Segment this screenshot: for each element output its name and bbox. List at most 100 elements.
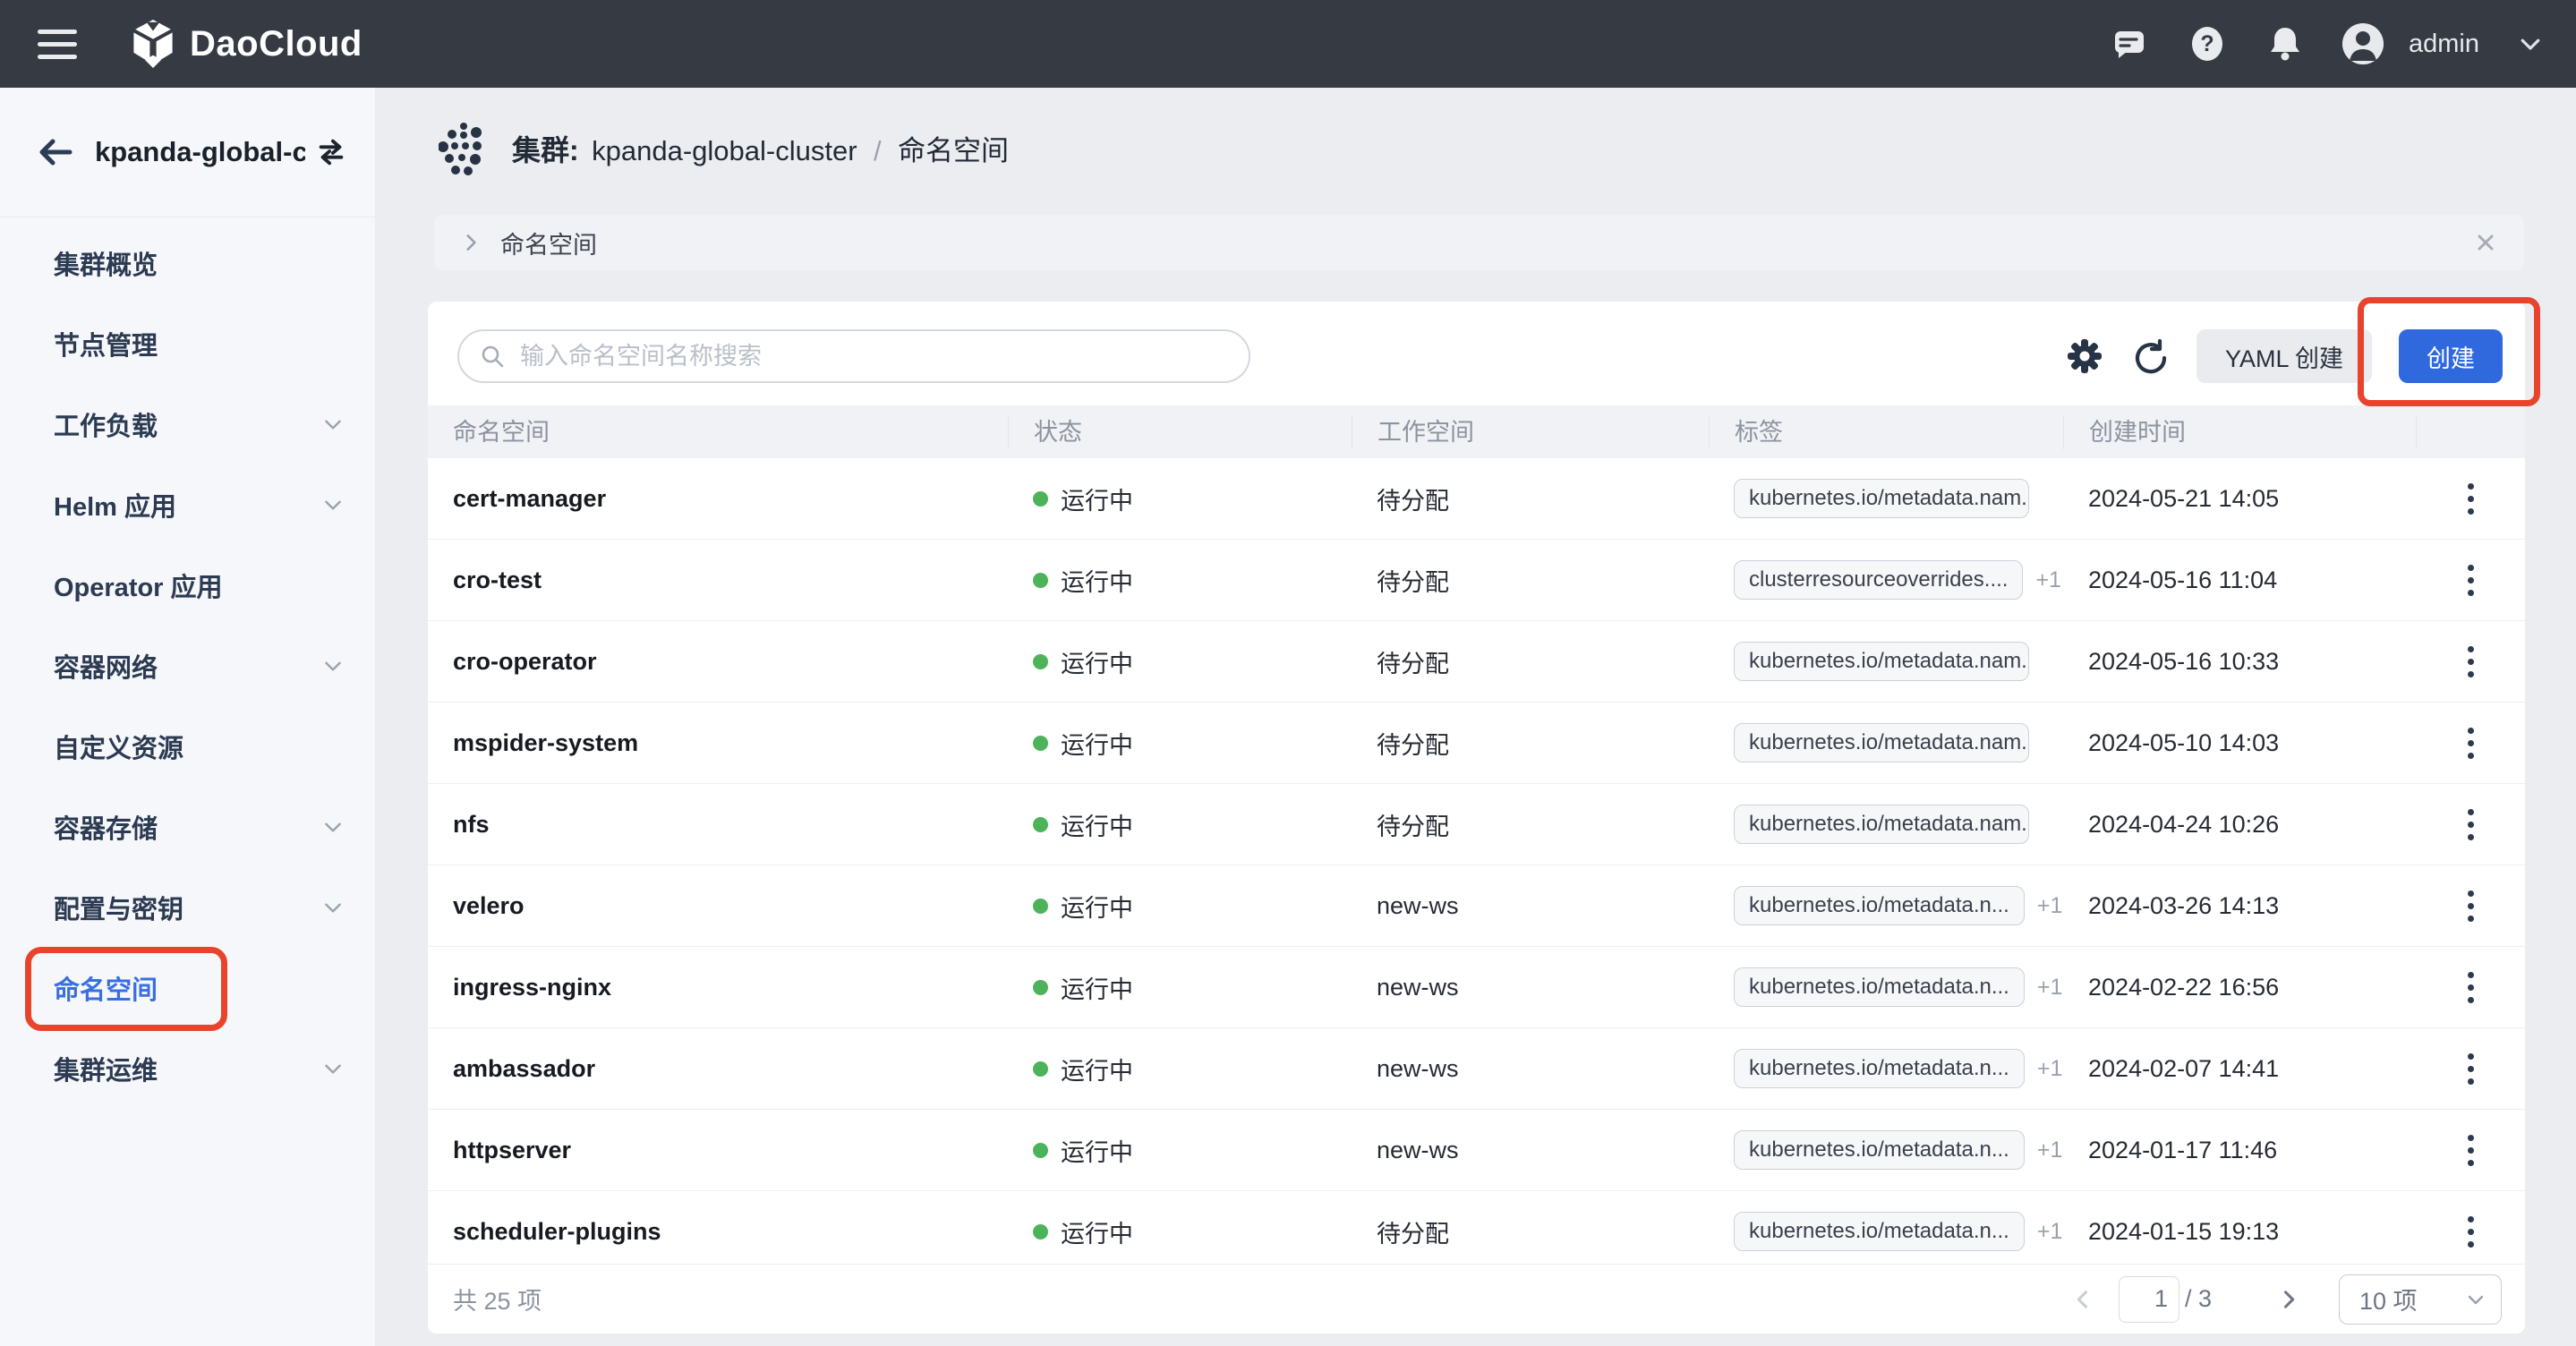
cell-namespace[interactable]: ingress-nginx	[428, 974, 1008, 1001]
sidebar-item-label: 容器存储	[54, 815, 158, 844]
refresh-icon[interactable]	[2130, 336, 2170, 376]
status-label: 运行中	[1061, 487, 1133, 515]
switch-cluster-icon[interactable]	[314, 137, 348, 167]
cell-namespace[interactable]: ambassador	[428, 1055, 1008, 1083]
sidebar-item-nodes[interactable]: 节点管理	[0, 303, 375, 384]
help-icon[interactable]: ?	[2187, 23, 2228, 64]
collapse-chevron-icon[interactable]	[459, 231, 482, 254]
settings-gear-icon[interactable]	[2066, 337, 2103, 375]
namespace-table: 命名空间 状态 工作空间 标签 创建时间 cert-manager 运行中 待分配 kuber…	[428, 405, 2525, 1273]
sidebar-item-namespace[interactable]: 命名空间	[0, 948, 375, 1028]
sidebar-item-label: 工作负载	[54, 413, 158, 441]
status-dot-icon	[1033, 572, 1048, 588]
page-size-select[interactable]: 10 项	[2339, 1274, 2502, 1325]
table-row[interactable]: cro-test 运行中 待分配 clusterresourceoverrides..…	[428, 540, 2525, 621]
table-row[interactable]: ambassador 运行中 new-ws kubernetes.io/metadat…	[428, 1028, 2525, 1110]
status-dot-icon	[1033, 490, 1048, 507]
next-page-icon[interactable]	[2276, 1287, 2301, 1312]
search-icon	[479, 343, 506, 370]
namespace-name: ambassador	[453, 1054, 596, 1082]
close-icon[interactable]	[2472, 229, 2499, 256]
cell-created: 2024-03-26 14:13	[2088, 891, 2280, 919]
sidebar-item-ops[interactable]: 集群运维	[0, 1028, 375, 1109]
page-number-input[interactable]	[2118, 1275, 2179, 1323]
cell-created: 2024-05-10 14:03	[2088, 728, 2280, 756]
status-label: 运行中	[1061, 1138, 1133, 1166]
row-actions-kebab-icon[interactable]	[2455, 1046, 2486, 1092]
status-label: 运行中	[1061, 1220, 1133, 1248]
yaml-create-button[interactable]: YAML 创建	[2196, 329, 2372, 383]
panel-tab-bar: 命名空间	[434, 215, 2524, 270]
label-chip: kubernetes.io/metadata.nam...	[1734, 805, 2029, 844]
row-actions-kebab-icon[interactable]	[2455, 476, 2486, 522]
user-menu-chevron-icon[interactable]	[2517, 30, 2544, 57]
table-row[interactable]: scheduler-plugins 运行中 待分配 kubernetes.io/met…	[428, 1191, 2525, 1273]
table-body: cert-manager 运行中 待分配 kubernetes.io/metadata…	[428, 458, 2525, 1273]
table-row[interactable]: cro-operator 运行中 待分配 kubernetes.io/metadata…	[428, 621, 2525, 703]
sidebar-item-workloads[interactable]: 工作负载	[0, 384, 375, 464]
row-actions-kebab-icon[interactable]	[2455, 802, 2486, 848]
notifications-bell-icon[interactable]	[2265, 24, 2305, 64]
row-actions-kebab-icon[interactable]	[2455, 1209, 2486, 1255]
sidebar-item-crd[interactable]: 自定义资源	[0, 706, 375, 787]
cell-namespace[interactable]: mspider-system	[428, 729, 1008, 757]
sidebar-item-storage[interactable]: 容器存储	[0, 787, 375, 867]
status-dot-icon	[1033, 816, 1048, 832]
table-row[interactable]: mspider-system 运行中 待分配 kubernetes.io/metada…	[428, 703, 2525, 784]
table-row[interactable]: ingress-nginx 运行中 new-ws kubernetes.io/meta…	[428, 947, 2525, 1028]
messages-icon[interactable]	[2110, 24, 2149, 64]
sidebar-item-overview[interactable]: 集群概览	[0, 223, 375, 303]
sidebar-item-helm[interactable]: Helm 应用	[0, 464, 375, 545]
cell-namespace[interactable]: httpserver	[428, 1137, 1008, 1164]
row-actions-kebab-icon[interactable]	[2455, 965, 2486, 1010]
status-label: 运行中	[1061, 975, 1133, 1003]
table-row[interactable]: nfs 运行中 待分配 kubernetes.io/metadata.nam... 20…	[428, 784, 2525, 865]
row-actions-kebab-icon[interactable]	[2455, 883, 2486, 929]
prev-page-icon[interactable]	[2070, 1287, 2095, 1312]
status-dot-icon	[1033, 898, 1048, 914]
status-dot-icon	[1033, 1142, 1048, 1158]
cell-workspace: 待分配	[1377, 487, 1449, 515]
cell-actions	[2416, 1209, 2525, 1255]
hamburger-menu-icon[interactable]	[38, 29, 77, 59]
chevron-down-icon	[325, 420, 341, 430]
row-actions-kebab-icon[interactable]	[2455, 1128, 2486, 1173]
cell-namespace[interactable]: velero	[428, 892, 1008, 920]
cell-namespace[interactable]: nfs	[428, 811, 1008, 839]
label-chip: kubernetes.io/metadata.n...	[1734, 1212, 2025, 1251]
column-header-4: 创建时间	[2063, 414, 2416, 449]
cell-created: 2024-05-21 14:05	[2088, 484, 2280, 512]
svg-text:?: ?	[2200, 31, 2213, 56]
row-actions-kebab-icon[interactable]	[2455, 639, 2486, 685]
table-row[interactable]: httpserver 运行中 new-ws kubernetes.io/metadat…	[428, 1110, 2525, 1191]
cluster-name[interactable]: kpanda-global-cl...	[95, 136, 305, 168]
cell-labels: kubernetes.io/metadata.n... +1	[1709, 1049, 2063, 1088]
sidebar: kpanda-global-cl... 集群概览节点管理工作负载 Helm 应用 O…	[0, 88, 376, 1346]
table-row[interactable]: velero 运行中 new-ws kubernetes.io/metadata.n.…	[428, 865, 2525, 947]
cell-actions	[2416, 639, 2525, 685]
breadcrumb-cluster[interactable]: kpanda-global-cluster	[592, 135, 857, 166]
sidebar-item-label: Operator 应用	[54, 574, 223, 602]
sidebar-item-label: 自定义资源	[54, 735, 184, 763]
sidebar-item-network[interactable]: 容器网络	[0, 626, 375, 706]
sidebar-item-label: 命名空间	[54, 976, 158, 1005]
cell-namespace[interactable]: cro-operator	[428, 648, 1008, 676]
cell-namespace[interactable]: cert-manager	[428, 485, 1008, 513]
create-button[interactable]: 创建	[2399, 329, 2503, 383]
row-actions-kebab-icon[interactable]	[2455, 558, 2486, 603]
sidebar-item-label: Helm 应用	[54, 493, 176, 522]
status-label: 运行中	[1061, 1057, 1133, 1085]
cell-status: 运行中	[1008, 563, 1352, 598]
cell-actions	[2416, 965, 2525, 1010]
user-avatar[interactable]	[2342, 23, 2384, 64]
sidebar-item-config[interactable]: 配置与密钥	[0, 867, 375, 948]
column-header-1: 状态	[1008, 414, 1352, 449]
row-actions-kebab-icon[interactable]	[2455, 720, 2486, 766]
search-input[interactable]	[518, 341, 1229, 371]
status-dot-icon	[1033, 979, 1048, 995]
cell-namespace[interactable]: cro-test	[428, 567, 1008, 594]
back-arrow-icon[interactable]	[38, 137, 73, 167]
table-row[interactable]: cert-manager 运行中 待分配 kubernetes.io/metadata…	[428, 458, 2525, 540]
sidebar-item-operator[interactable]: Operator 应用	[0, 545, 375, 626]
cell-namespace[interactable]: scheduler-plugins	[428, 1218, 1008, 1246]
